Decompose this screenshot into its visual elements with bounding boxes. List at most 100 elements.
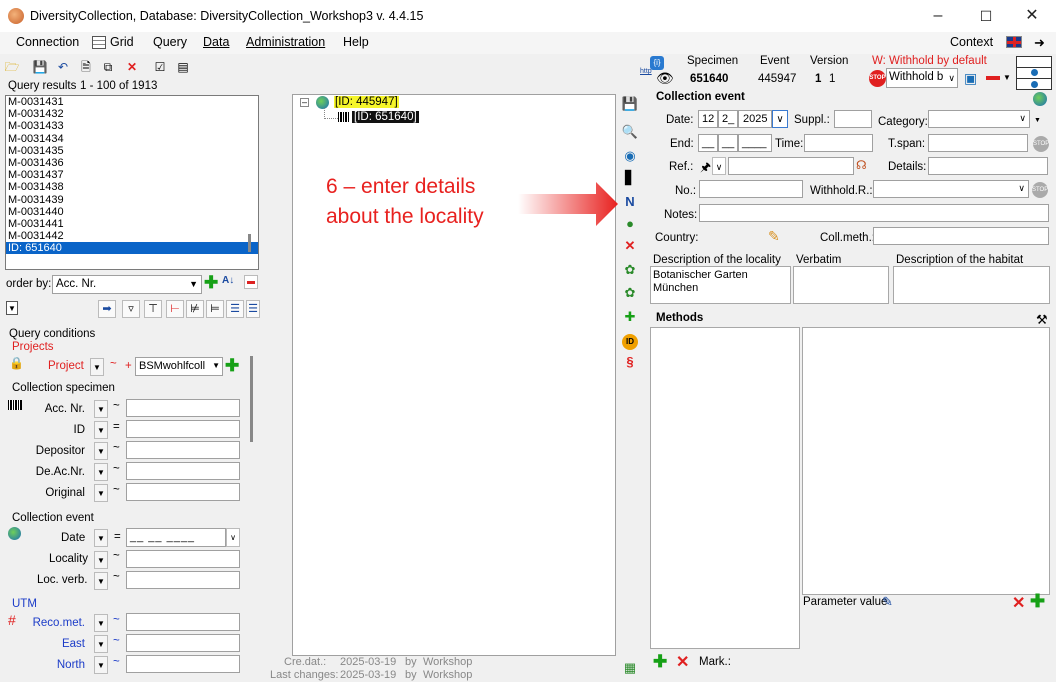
go-arrow-button[interactable]: ➡ xyxy=(98,300,116,318)
maximize-button[interactable]: ☐ xyxy=(976,6,996,26)
list-item[interactable]: M-0031435 xyxy=(6,145,258,157)
checkbox-icon[interactable]: ☑ xyxy=(152,59,168,75)
notes-input[interactable] xyxy=(699,204,1049,222)
list-item[interactable]: M-0031440 xyxy=(6,206,258,218)
collapse-icon[interactable]: ▼ xyxy=(6,301,18,315)
menu-administration[interactable]: Administration xyxy=(246,35,325,49)
end-day-input[interactable]: __ xyxy=(698,134,718,152)
coll-meth-input[interactable] xyxy=(873,227,1049,245)
add-method-icon[interactable]: ✚ xyxy=(653,652,667,672)
list-item[interactable]: M-0031439 xyxy=(6,194,258,206)
menu-data[interactable]: Data xyxy=(203,35,229,49)
menu-context[interactable]: Context xyxy=(950,35,993,49)
list-item[interactable]: M-0031431 xyxy=(6,96,258,108)
time-input[interactable] xyxy=(804,134,873,152)
query-op-dropdown[interactable]: ▼ xyxy=(94,463,108,481)
query-field-input[interactable] xyxy=(126,399,240,417)
tree-specimen-node[interactable]: [ID: 651640] xyxy=(352,111,419,123)
query-op-dropdown[interactable]: ▼ xyxy=(94,400,108,418)
menu-connection[interactable]: Connection xyxy=(16,35,79,49)
order-by-select[interactable]: Acc. Nr. ▼ xyxy=(52,275,202,294)
add-project-icon[interactable]: ✚ xyxy=(225,356,239,376)
desc-locality-input[interactable]: Botanischer Garten München xyxy=(650,266,791,304)
locality-query-input[interactable] xyxy=(126,550,240,568)
withhold-r-select[interactable]: ∨ xyxy=(873,180,1029,198)
tspan-input[interactable] xyxy=(928,134,1028,152)
ref-dropdown[interactable]: ∨ xyxy=(712,157,726,175)
id-icon[interactable]: ID xyxy=(620,330,640,350)
minimize-button[interactable]: – xyxy=(928,6,948,26)
delete-node-icon[interactable]: ✕ xyxy=(620,236,640,256)
close-window-button[interactable]: ✕ xyxy=(1022,6,1042,26)
no-input[interactable] xyxy=(699,180,803,198)
query-field-input[interactable] xyxy=(126,420,240,438)
parameter-value-input[interactable] xyxy=(802,610,1050,650)
undo-icon[interactable]: ↶ xyxy=(55,59,71,75)
query-field-input[interactable] xyxy=(126,483,240,501)
preview-icon[interactable]: ▣ xyxy=(964,70,977,87)
query-op-dropdown[interactable]: ▼ xyxy=(94,484,108,502)
north-arrow-icon[interactable]: N xyxy=(620,192,640,212)
open-folder-icon[interactable]: 🗁 xyxy=(4,59,20,75)
http-link[interactable]: http xyxy=(640,68,652,75)
menu-grid[interactable]: Grid xyxy=(110,35,134,49)
remove-order-icon[interactable] xyxy=(244,275,258,289)
remove-parameter-icon[interactable]: ✕ xyxy=(1012,593,1025,613)
query-op-dropdown[interactable]: ▼ xyxy=(94,614,108,632)
barcode-add-icon[interactable]: ▋ xyxy=(620,168,640,188)
paragraph-icon[interactable]: § xyxy=(620,352,640,372)
zoom-icon[interactable]: 🔍 xyxy=(620,122,640,142)
query-field-input[interactable] xyxy=(126,655,240,673)
query-field-input[interactable] xyxy=(126,613,240,631)
query-op-dropdown[interactable]: ▼ xyxy=(94,656,108,674)
filter-options-button[interactable]: ⊭ xyxy=(186,300,204,318)
ref-input[interactable] xyxy=(728,157,854,175)
tree-event-node[interactable]: [ID: 445947] xyxy=(334,96,399,108)
locverb-op-dropdown[interactable]: ▼ xyxy=(94,572,108,590)
query-field-input[interactable] xyxy=(126,634,240,652)
project-select[interactable]: BSMwohlfcoll ▼ xyxy=(135,357,223,376)
results-scrollbar[interactable] xyxy=(248,234,251,252)
date-month-input[interactable]: 2_ xyxy=(718,110,738,128)
tspan-stop-icon[interactable]: STOP xyxy=(1033,136,1049,152)
withhold-select[interactable]: Withhold b ∨ xyxy=(886,68,958,88)
list-item[interactable]: M-0031437 xyxy=(6,169,258,181)
query-op-dropdown[interactable]: ▼ xyxy=(94,635,108,653)
menu-query[interactable]: Query xyxy=(153,35,187,49)
query-op-dropdown[interactable]: ▼ xyxy=(94,442,108,460)
leaf-icon[interactable]: ✿ xyxy=(620,260,640,280)
filter-remove-button[interactable]: ⊢ xyxy=(166,300,184,318)
tree-expander[interactable]: – xyxy=(300,98,309,107)
parameter-edit-icon[interactable]: ✎ xyxy=(882,594,893,610)
filter-button[interactable]: ▿ xyxy=(122,300,140,318)
list-item[interactable]: ID: 651640 xyxy=(6,242,258,255)
methods-list[interactable] xyxy=(650,327,800,649)
end-month-input[interactable]: __ xyxy=(718,134,738,152)
language-flag-icon[interactable] xyxy=(1006,36,1022,48)
new-document-icon[interactable]: 🗎 xyxy=(78,59,94,75)
pencil-icon[interactable]: ✎ xyxy=(768,228,780,245)
date-day-input[interactable]: 12 xyxy=(698,110,718,128)
remove-method-icon[interactable]: ✕ xyxy=(676,652,689,672)
filter-save-button[interactable]: ⊨ xyxy=(206,300,224,318)
query-op-dropdown[interactable]: ▼ xyxy=(94,421,108,439)
date-picker-dropdown[interactable]: ∨ xyxy=(772,110,788,128)
project-op-dropdown[interactable]: ▼ xyxy=(90,358,104,376)
link-icon[interactable]: ☊ xyxy=(856,158,867,172)
locality-op-dropdown[interactable]: ▼ xyxy=(94,551,108,569)
leaf-alt-icon[interactable]: ✿ xyxy=(620,283,640,303)
details-input[interactable] xyxy=(928,157,1048,175)
suppl-input[interactable] xyxy=(834,110,872,128)
copy-icon[interactable]: ⧉ xyxy=(100,59,116,75)
list-item[interactable]: M-0031434 xyxy=(6,133,258,145)
end-year-input[interactable]: ____ xyxy=(738,134,772,152)
list-item[interactable]: M-0031436 xyxy=(6,157,258,169)
method-parameters[interactable] xyxy=(802,327,1050,595)
desc-habitat-input[interactable] xyxy=(893,266,1050,304)
list-view-button[interactable]: ☰ xyxy=(226,300,244,318)
list-view-alt-button[interactable]: ☰ xyxy=(246,300,260,318)
add-parameter-icon[interactable]: ✚ xyxy=(1030,591,1045,612)
mark-input[interactable] xyxy=(734,652,780,670)
pin-icon[interactable]: 🖈 xyxy=(700,158,711,179)
sort-az-icon[interactable]: A↓ xyxy=(222,275,234,286)
